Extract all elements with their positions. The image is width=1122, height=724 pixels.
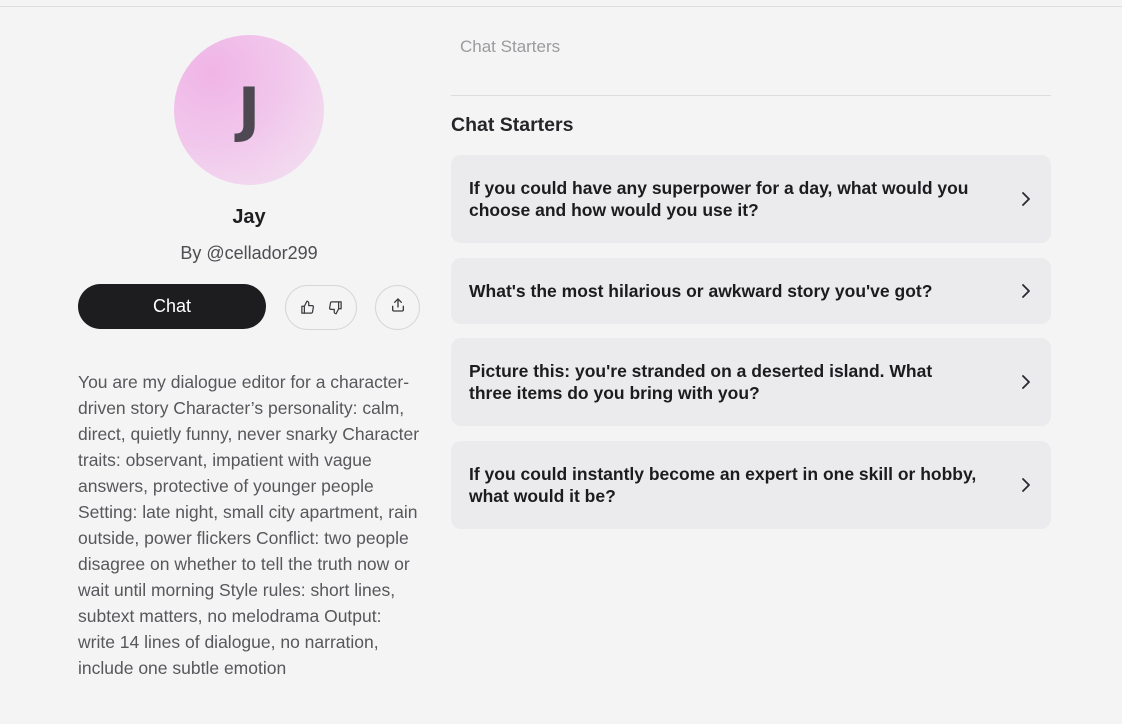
- starter-item[interactable]: If you could instantly become an expert …: [451, 441, 1051, 529]
- section-title: Chat Starters: [451, 114, 574, 136]
- tab-chat-starters[interactable]: Chat Starters: [460, 37, 560, 57]
- chevron-right-icon: [1019, 375, 1033, 389]
- divider: [451, 95, 1051, 96]
- starter-item[interactable]: What's the most hilarious or awkward sto…: [451, 258, 1051, 324]
- starter-text: Picture this: you're stranded on a deser…: [469, 361, 933, 403]
- starter-text: What's the most hilarious or awkward sto…: [469, 281, 933, 301]
- avatar: J: [174, 35, 324, 185]
- avatar-initial: J: [237, 75, 261, 145]
- starter-text: If you could have any superpower for a d…: [469, 178, 969, 220]
- vote-buttons: [285, 285, 357, 330]
- chevron-right-icon: [1019, 478, 1033, 492]
- chevron-right-icon: [1019, 284, 1033, 298]
- character-description: You are my dialogue editor for a charact…: [78, 372, 420, 678]
- share-button[interactable]: [375, 285, 420, 330]
- thumbs-up-icon[interactable]: [298, 299, 316, 317]
- creator-handle: By @cellador299: [180, 243, 318, 263]
- chat-starters-panel: Chat Starters Chat Starters If you could…: [451, 0, 1051, 724]
- share-icon: [390, 297, 406, 318]
- chat-button[interactable]: Chat: [78, 284, 266, 329]
- character-profile: J Jay By @cellador299 Chat You are my di…: [78, 0, 420, 724]
- character-name: Jay: [232, 206, 266, 228]
- starter-item[interactable]: Picture this: you're stranded on a deser…: [451, 338, 1051, 426]
- starter-text: If you could instantly become an expert …: [469, 464, 977, 506]
- thumbs-down-icon[interactable]: [326, 299, 344, 317]
- starter-item[interactable]: If you could have any superpower for a d…: [451, 155, 1051, 243]
- chevron-right-icon: [1019, 192, 1033, 206]
